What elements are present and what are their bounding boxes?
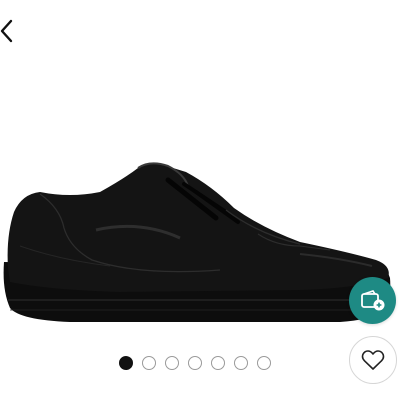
carousel-dot-5[interactable] <box>211 356 225 370</box>
product-image <box>3 162 391 322</box>
carousel-dot-2[interactable] <box>142 356 156 370</box>
add-to-wallet-button[interactable] <box>349 277 396 324</box>
carousel-dot-3[interactable] <box>165 356 179 370</box>
carousel-dots <box>119 355 271 371</box>
heart-outline-icon <box>361 350 385 370</box>
back-button[interactable] <box>0 16 22 46</box>
carousel-dot-6[interactable] <box>234 356 248 370</box>
carousel-dot-1[interactable] <box>119 356 133 370</box>
carousel-dot-7[interactable] <box>257 356 271 370</box>
wallet-add-icon <box>360 289 384 310</box>
shoe-upper <box>7 163 389 292</box>
add-to-wishlist-button[interactable] <box>349 336 397 384</box>
carousel-dot-4[interactable] <box>188 356 202 370</box>
chevron-left-icon <box>0 19 13 43</box>
